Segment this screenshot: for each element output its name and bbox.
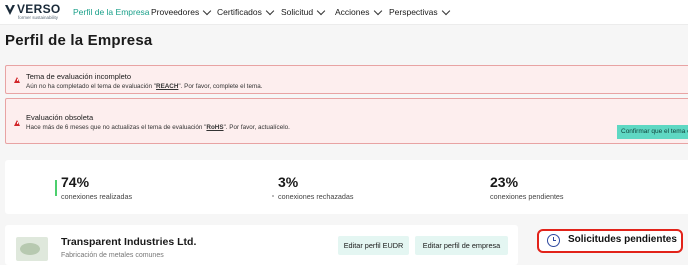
stat-value: 74%	[61, 174, 90, 190]
alert-title: Tema de evaluación incompleto	[26, 72, 132, 81]
stat-label: conexiones rechazadas	[278, 192, 354, 201]
alert-title: Evaluación obsoleta	[26, 113, 94, 122]
nav-certificados[interactable]: Certificados	[217, 0, 275, 24]
company-name: Transparent Industries Ltd.	[61, 236, 197, 248]
nav-label: Certificados	[217, 7, 262, 17]
chevron-down-icon	[373, 6, 382, 15]
stat-connections-rejected: 3% conexiones rechazadas	[278, 174, 354, 202]
topic-link-reach[interactable]: REACH	[156, 83, 178, 90]
pending-requests-label: Solicitudes pendientes	[568, 234, 677, 245]
stat-indicator-bar	[272, 195, 274, 197]
warning-icon	[14, 77, 20, 83]
nav-perspectivas[interactable]: Perspectivas	[389, 0, 450, 24]
stat-indicator-bar	[55, 180, 57, 196]
alert-message: Aún no ha completado el tema de evaluaci…	[26, 83, 263, 90]
stat-connections-made: 74% conexiones realizadas	[61, 174, 133, 202]
stat-label: conexiones realizadas	[61, 192, 133, 201]
top-navigation-bar: VERSO former sustainability Perfil de la…	[0, 0, 688, 25]
chevron-down-icon	[202, 6, 212, 15]
company-industry: Fabricación de metales comunes	[61, 252, 164, 259]
company-logo-image	[16, 237, 48, 261]
brand-tagline: former sustainability	[18, 15, 59, 20]
nav-label: Solicitud	[281, 7, 314, 17]
confirm-topic-updated-button[interactable]: Confirmar que el tema está actualizado	[617, 125, 688, 139]
verso-logo-icon	[5, 5, 15, 15]
stat-value: 3%	[278, 174, 299, 190]
edit-eudr-profile-button[interactable]: Editar perfil EUDR	[338, 236, 409, 255]
brand-name: VERSO	[17, 2, 61, 16]
pending-requests-card[interactable]: Solicitudes pendientes	[537, 229, 683, 253]
nav-label: Proveedores	[151, 7, 200, 17]
alert-message: Hace más de 6 meses que no actualizas el…	[26, 124, 290, 131]
stat-label: conexiones pendientes	[490, 192, 564, 201]
nav-label: Acciones	[335, 7, 370, 17]
chevron-down-icon	[441, 6, 450, 15]
alert-outdated-assessment: Evaluación obsoleta Hace más de 6 meses …	[5, 98, 688, 144]
page-title: Perfil de la Empresa	[5, 32, 153, 49]
alert-incomplete-assessment: Tema de evaluación incompleto Aún no ha …	[5, 65, 688, 94]
stat-value: 23%	[490, 174, 519, 190]
chevron-down-icon	[316, 6, 326, 15]
nav-perfil-empresa[interactable]: Perfil de la Empresa	[73, 0, 150, 24]
edit-company-profile-button[interactable]: Editar perfil de empresa	[415, 236, 508, 255]
topic-link-rohs[interactable]: RoHS	[206, 124, 223, 131]
verso-logo[interactable]: VERSO former sustainability	[4, 1, 66, 23]
stat-connections-pending: 23% conexiones pendientes	[490, 174, 564, 202]
nav-solicitud[interactable]: Solicitud	[281, 0, 326, 24]
nav-label: Perfil de la Empresa	[73, 7, 150, 17]
nav-proveedores[interactable]: Proveedores	[151, 0, 212, 24]
clock-icon	[547, 234, 560, 247]
chevron-down-icon	[265, 6, 275, 15]
nav-label: Perspectivas	[389, 7, 438, 17]
nav-acciones[interactable]: Acciones	[335, 0, 382, 24]
warning-icon	[14, 120, 20, 126]
